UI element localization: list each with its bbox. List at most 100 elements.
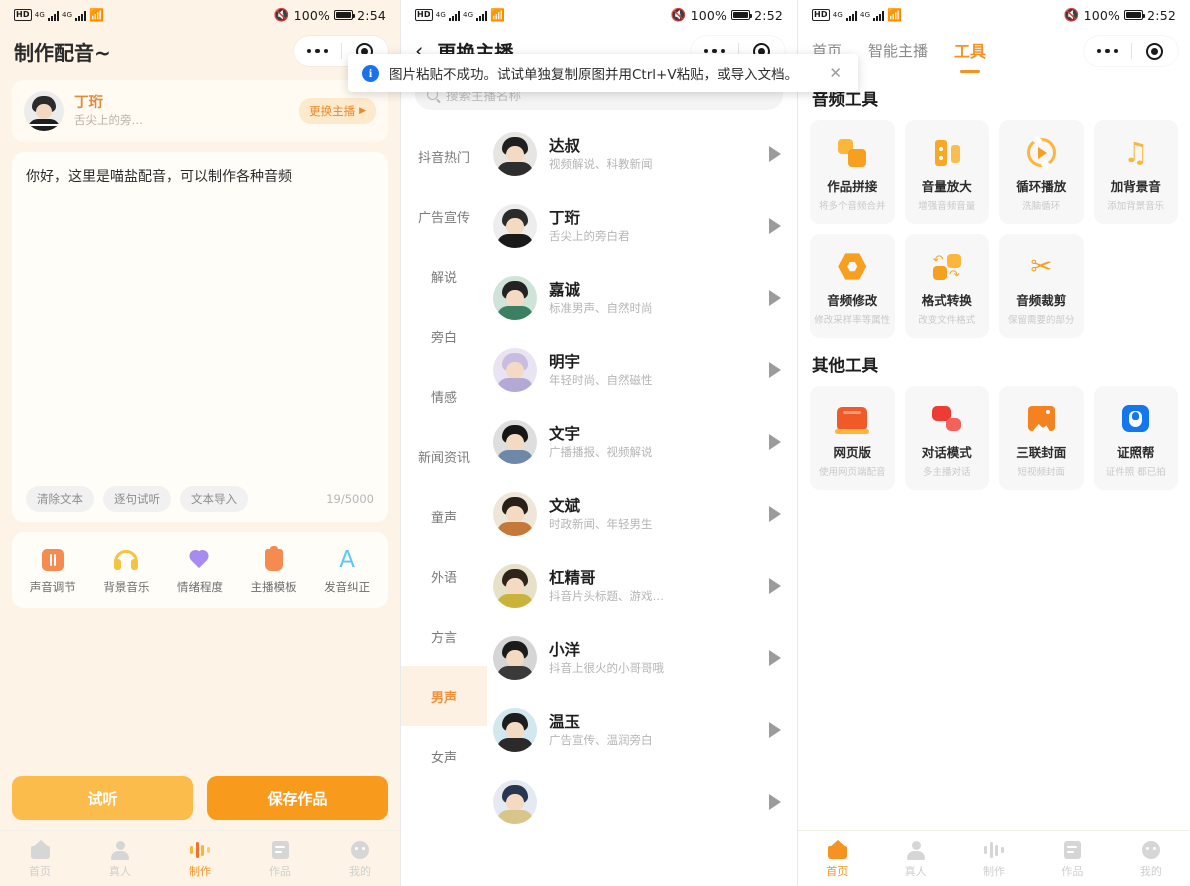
- play-icon[interactable]: [769, 362, 781, 378]
- play-icon[interactable]: [769, 434, 781, 450]
- feature-emotion-level[interactable]: 情绪程度: [163, 545, 237, 595]
- tool-label: 作品拼接: [827, 178, 878, 194]
- save-work-button[interactable]: 保存作品: [207, 776, 388, 820]
- tab-works[interactable]: 作品: [240, 838, 320, 879]
- category-item[interactable]: 情感: [401, 366, 487, 426]
- switch-anchor-label: 更换主播: [309, 104, 356, 118]
- close-target-icon[interactable]: [1132, 42, 1179, 60]
- category-item[interactable]: 方言: [401, 606, 487, 666]
- category-item[interactable]: 新闻资讯: [401, 426, 487, 486]
- anchor-list-item[interactable]: 丁珩 舌尖上的旁白君: [493, 190, 797, 262]
- tab-home[interactable]: 首页: [798, 838, 876, 879]
- hd-icon: HD: [14, 9, 32, 21]
- feature-anchor-template[interactable]: 主播模板: [237, 545, 311, 595]
- status-left-icons: HD 4G 4G 📶: [14, 8, 104, 22]
- anchor-name: 文宇: [549, 424, 581, 443]
- more-icon[interactable]: [294, 48, 341, 54]
- switch-anchor-button[interactable]: 更换主播 ▶: [299, 98, 376, 124]
- text-editor-card[interactable]: 你好，这里是喵盐配音，可以制作各种音频 清除文本 逐句试听 文本导入 19/50…: [12, 152, 388, 522]
- category-item[interactable]: 广告宣传: [401, 186, 487, 246]
- tool-subtitle: 将多个音频合并: [818, 200, 886, 212]
- status-bar-middle: HD 4G 4G 📶 🔇 100% 2:52: [401, 0, 797, 30]
- wifi-icon: 📶: [490, 8, 506, 22]
- script-textarea[interactable]: 你好，这里是喵盐配音，可以制作各种音频: [26, 166, 374, 486]
- anchor-list-item[interactable]: 温玉 广告宣传、温润旁白: [493, 694, 797, 766]
- selected-anchor-card[interactable]: 丁珩 舌尖上的旁… 更换主播 ▶: [12, 80, 388, 142]
- category-item[interactable]: 男声: [401, 666, 487, 726]
- tool-card[interactable]: ↶ ↷ 格式转换 改变文件格式: [904, 234, 989, 338]
- close-icon[interactable]: ✕: [827, 64, 844, 82]
- play-icon[interactable]: [769, 722, 781, 738]
- battery-percent: 100%: [690, 7, 728, 23]
- play-icon[interactable]: [769, 146, 781, 162]
- tool-card[interactable]: 证照帮 证件照 都已拍: [1093, 386, 1178, 490]
- category-item[interactable]: 解说: [401, 246, 487, 306]
- tool-card[interactable]: 网页版 使用网页端配音: [810, 386, 895, 490]
- sim2-label: 4G: [62, 11, 73, 19]
- tool-card[interactable]: ✂ 音频裁剪 保留需要的部分: [999, 234, 1084, 338]
- anchor-list-item[interactable]: 小洋 抖音上很火的小哥哥哦: [493, 622, 797, 694]
- tool-card[interactable]: 音频修改 修改采样率等属性: [810, 234, 895, 338]
- category-item[interactable]: 女声: [401, 726, 487, 786]
- action-buttons: 试听 保存作品: [12, 776, 388, 820]
- preview-button[interactable]: 试听: [12, 776, 193, 820]
- anchor-desc: 年轻时尚、自然磁性: [549, 372, 653, 387]
- sim2-label: 4G: [463, 11, 474, 19]
- play-icon[interactable]: [769, 506, 781, 522]
- tool-card[interactable]: 对话模式 多主播对话: [904, 386, 989, 490]
- anchor-list-item[interactable]: 达叔 视频解说、科教新闻: [493, 118, 797, 190]
- anchor-list-item[interactable]: 明宇 年轻时尚、自然磁性: [493, 334, 797, 406]
- category-item[interactable]: 童声: [401, 486, 487, 546]
- clear-text-button[interactable]: 清除文本: [26, 486, 94, 512]
- wifi-icon: 📶: [887, 8, 903, 22]
- mini-program-capsule-right[interactable]: [1084, 36, 1178, 66]
- tab-create[interactable]: 制作: [955, 838, 1033, 879]
- anchor-list-item[interactable]: 文斌 时政新闻、年轻男生: [493, 478, 797, 550]
- play-icon[interactable]: [769, 650, 781, 666]
- tab-mine[interactable]: 我的: [320, 838, 400, 879]
- more-icon[interactable]: [1084, 48, 1131, 54]
- audio-tools-grid: 作品拼接 将多个音频合并 音量放大 增强音频音量 循环播放 洗脑循环 ♫ 加背景音 添加背景音乐…: [798, 120, 1190, 338]
- anchor-list-item[interactable]: 文宇 广播播报、视频解说: [493, 406, 797, 478]
- play-icon[interactable]: [769, 578, 781, 594]
- anchor-meta: 嘉诚 标准男声、自然时尚: [549, 280, 757, 317]
- signal-1-icon: [48, 10, 60, 21]
- tab-home[interactable]: 首页: [0, 838, 80, 879]
- category-item[interactable]: 外语: [401, 546, 487, 606]
- play-icon[interactable]: [769, 794, 781, 810]
- play-icon[interactable]: [769, 218, 781, 234]
- tab-real-person[interactable]: 真人: [80, 838, 160, 879]
- tool-subtitle: 保留需要的部分: [1007, 314, 1075, 326]
- feature-pronunciation-fix[interactable]: A 发音纠正: [310, 545, 384, 595]
- tool-card[interactable]: 循环播放 洗脑循环: [999, 120, 1084, 224]
- anchor-list-item[interactable]: [493, 766, 797, 838]
- import-text-button[interactable]: 文本导入: [180, 486, 248, 512]
- tab-real-person[interactable]: 真人: [876, 838, 954, 879]
- tab-label: 我的: [349, 865, 371, 878]
- feature-voice-adjust[interactable]: 声音调节: [16, 545, 90, 595]
- battery-percent: 100%: [1083, 7, 1121, 23]
- tab-smart-anchor[interactable]: 智能主播: [868, 40, 928, 63]
- waveform-icon: [160, 838, 240, 862]
- tool-card[interactable]: 音量放大 增强音频音量: [904, 120, 989, 224]
- feature-background-music[interactable]: 背景音乐: [90, 545, 164, 595]
- anchor-name: 杠精哥: [549, 568, 596, 587]
- category-item[interactable]: 抖音热门: [401, 126, 487, 186]
- id-card-icon: [1122, 399, 1150, 439]
- tab-mine[interactable]: 我的: [1112, 838, 1190, 879]
- category-item[interactable]: 旁白: [401, 306, 487, 366]
- tab-works[interactable]: 作品: [1033, 838, 1111, 879]
- feature-label: 背景音乐: [103, 580, 150, 594]
- info-icon: i: [362, 64, 379, 82]
- sentence-preview-button[interactable]: 逐句试听: [103, 486, 171, 512]
- tab-tools[interactable]: 工具: [954, 38, 986, 64]
- status-bar-left: HD 4G 4G 📶 🔇 100% 2:54: [0, 0, 400, 30]
- tab-create[interactable]: 制作: [160, 838, 240, 879]
- anchor-list-item[interactable]: 杠精哥 抖音片头标题、游戏…: [493, 550, 797, 622]
- play-icon[interactable]: [769, 290, 781, 306]
- anchor-list-item[interactable]: 嘉诚 标准男声、自然时尚: [493, 262, 797, 334]
- tool-card[interactable]: ♫ 加背景音 添加背景音乐: [1093, 120, 1178, 224]
- more-icon[interactable]: [691, 48, 738, 54]
- tool-card[interactable]: 作品拼接将多个音频合并: [810, 120, 895, 224]
- tool-card[interactable]: 三联封面 短视频封面: [999, 386, 1084, 490]
